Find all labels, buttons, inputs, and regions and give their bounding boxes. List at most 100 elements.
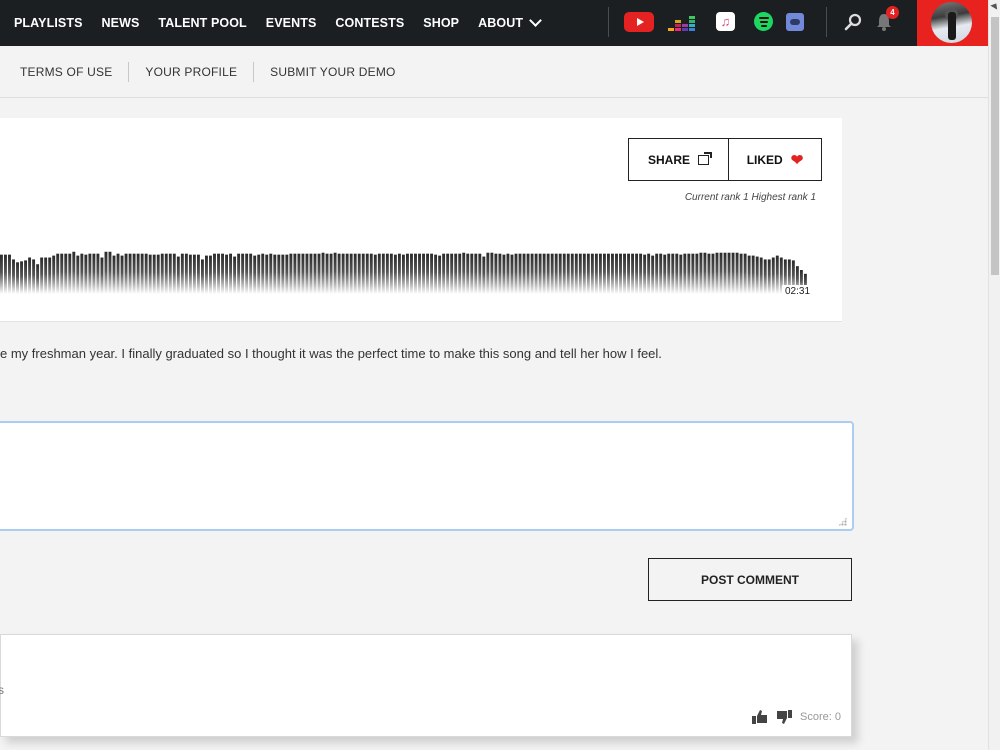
waveform-bar [32, 259, 36, 294]
waveform-bar [655, 253, 659, 294]
youtube-icon[interactable] [624, 12, 654, 32]
waveform-bar [140, 253, 144, 294]
waveform-bar [152, 254, 156, 294]
waveform-bar [442, 253, 446, 294]
waveform-bar [168, 253, 172, 294]
page-scrollbar[interactable] [988, 0, 1000, 750]
waveform-bar [24, 260, 28, 294]
waveform-bar [293, 253, 297, 294]
waveform-bar [715, 252, 719, 294]
main-nav: PLAYLISTS NEWS TALENT POOL EVENTS CONTES… [14, 0, 559, 46]
waveform-bar [389, 253, 393, 294]
waveform-bar [172, 253, 176, 294]
discord-icon[interactable] [786, 13, 804, 31]
waveform-bar [422, 253, 425, 294]
waveform-bar [510, 254, 514, 294]
nav-playlists[interactable]: PLAYLISTS [14, 16, 83, 30]
waveform-bar [542, 253, 546, 294]
track-player-card: SHARE LIKED ❤ Current rank 1 Highest ran… [0, 118, 842, 322]
waveform-bar [582, 253, 586, 294]
waveform-bar [663, 254, 667, 294]
waveform-bar [574, 253, 578, 294]
waveform-bar [277, 254, 281, 294]
waveform-bar [341, 253, 345, 294]
waveform-bar [12, 259, 15, 294]
waveform-bar [217, 253, 220, 294]
nav-events[interactable]: EVENTS [266, 16, 317, 30]
waveform-bar [196, 254, 200, 294]
waveform-bar [325, 253, 329, 294]
waveform-bar [60, 253, 64, 294]
waveform-bar [265, 254, 269, 294]
waveform-bar [313, 253, 317, 294]
share-button[interactable]: SHARE [628, 138, 729, 181]
liked-button[interactable]: LIKED ❤ [729, 138, 822, 181]
nav-contests[interactable]: CONTESTS [335, 16, 404, 30]
waveform-bar [4, 254, 7, 294]
subnav-your-profile[interactable]: YOUR PROFILE [145, 65, 237, 79]
waveform-bar [116, 253, 120, 294]
nav-about-dropdown[interactable]: ABOUT [478, 14, 542, 30]
waveform-bar [233, 256, 237, 294]
waveform-bar [466, 253, 470, 294]
deezer-icon[interactable] [668, 12, 696, 32]
waveform-bar [164, 253, 168, 294]
waveform-bar [345, 253, 349, 294]
waveform-bar [570, 253, 574, 294]
user-menu[interactable] [917, 0, 988, 46]
waveform-bar [651, 255, 655, 294]
search-icon[interactable] [843, 12, 863, 32]
waveform-bar [482, 256, 486, 294]
waveform-bar [659, 253, 663, 294]
waveform-bar [538, 253, 542, 294]
waveform-bar [8, 254, 11, 294]
apple-music-icon[interactable]: ♫ [716, 12, 735, 31]
waveform-bar [261, 253, 265, 294]
waveform-bar [40, 257, 44, 294]
waveform-bar [160, 253, 164, 294]
waveform-bar [611, 253, 614, 294]
avatar[interactable] [931, 2, 972, 43]
waveform-bar [128, 253, 132, 294]
thumbs-down-icon[interactable] [776, 710, 793, 724]
comment-vote: Score: 0 [752, 710, 841, 724]
waveform-bar [679, 254, 683, 294]
waveform-bar [546, 253, 550, 294]
scrollbar-thumb[interactable] [991, 17, 999, 275]
waveform-seekbar[interactable] [0, 246, 808, 294]
waveform-bar [213, 253, 216, 294]
chevron-down-icon [529, 14, 542, 27]
waveform-bar [727, 252, 731, 294]
waveform-bar [687, 253, 691, 294]
waveform-bar [615, 253, 618, 294]
waveform-bar [48, 257, 52, 294]
waveform-bar [301, 253, 305, 294]
nav-talent-pool[interactable]: TALENT POOL [158, 16, 246, 30]
waveform-bar [124, 253, 128, 294]
waveform-bar [526, 253, 530, 294]
post-comment-button[interactable]: POST COMMENT [648, 558, 852, 601]
thumbs-up-icon[interactable] [752, 710, 768, 724]
waveform-bar [148, 254, 152, 294]
waveform-bar [176, 256, 180, 294]
waveform-bar [397, 253, 401, 294]
waveform-bar [578, 253, 582, 294]
waveform-bar [144, 253, 148, 294]
waveform-bar [691, 253, 695, 294]
spotify-icon[interactable] [754, 12, 773, 31]
comment-input[interactable] [0, 421, 854, 531]
waveform-bar [494, 253, 498, 294]
waveform-bar [108, 251, 112, 294]
waveform-bar [241, 253, 245, 294]
waveform-bar [285, 254, 289, 294]
waveform-bar [28, 257, 32, 294]
waveform-bar [635, 253, 639, 294]
subnav-submit-demo[interactable]: SUBMIT YOUR DEMO [270, 65, 395, 79]
scroll-up-arrow-icon[interactable] [990, 1, 1000, 10]
comment-meta: s [0, 683, 4, 697]
nav-news[interactable]: NEWS [102, 16, 140, 30]
nav-shop[interactable]: SHOP [423, 16, 459, 30]
waveform-bar [289, 253, 293, 294]
waveform-bar [100, 257, 104, 294]
subnav-terms-of-use[interactable]: TERMS OF USE [20, 65, 112, 79]
